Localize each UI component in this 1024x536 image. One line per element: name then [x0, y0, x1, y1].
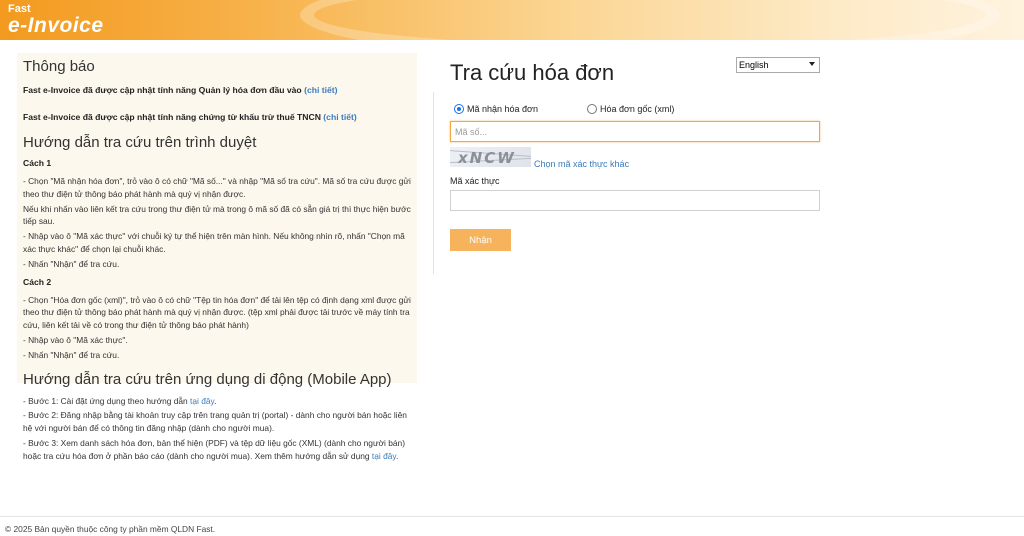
- captcha-image: xNCW: [450, 147, 531, 167]
- mobile-step: - Bước 2: Đăng nhập bằng tài khoản truy …: [23, 410, 407, 434]
- method1-title: Cách 1: [23, 158, 52, 168]
- submit-button[interactable]: Nhận: [450, 229, 511, 251]
- browser-guide-heading: Hướng dẫn tra cứu trên trình duyệt: [23, 134, 257, 151]
- page-title: Tra cứu hóa đơn: [450, 60, 615, 85]
- mobile-step-text: - Bước 3: Xem danh sách hóa đơn, bản thể…: [23, 437, 405, 461]
- refresh-captcha-link[interactable]: Chọn mã xác thực khác: [534, 159, 629, 169]
- radio-original-xml-label: Hóa đơn gốc (xml): [600, 104, 675, 114]
- app-logo[interactable]: Fast e-Invoice: [8, 3, 104, 37]
- footer-divider: [0, 516, 1024, 517]
- method1-line: - Nhấn "Nhận" để tra cứu.: [23, 258, 120, 269]
- guide-content: Thông báo Fast e-Invoice đã được cập nhậ…: [23, 58, 415, 463]
- method1-line: Nếu khi nhấn vào liên kết tra cứu trong …: [23, 203, 411, 227]
- method2-line: - Nhập vào ô "Mã xác thực".: [23, 334, 128, 345]
- captcha-text: xNCW: [458, 149, 516, 167]
- logo-big-text: e-Invoice: [8, 14, 104, 37]
- mobile-step-text: - Bước 1: Cài đặt ứng dụng theo hướng dẫ…: [23, 395, 191, 406]
- notice-item: Fast e-Invoice đã được cập nhật tính năn…: [23, 112, 415, 123]
- captcha-input[interactable]: [450, 190, 820, 211]
- notice-detail-link[interactable]: (chi tiết): [304, 85, 337, 95]
- captcha-label: Mã xác thực: [450, 176, 500, 186]
- mobile-step: - Bước 3: Xem danh sách hóa đơn, bản thể…: [23, 437, 405, 461]
- language-select[interactable]: English: [736, 57, 820, 73]
- header-banner: Fast e-Invoice: [0, 0, 1024, 40]
- user-guide-link[interactable]: tại đây: [372, 451, 396, 461]
- notice-item-text: Fast e-Invoice đã được cập nhật tính năn…: [23, 85, 305, 95]
- notice-item-text: Fast e-Invoice đã được cập nhật tính năn…: [23, 112, 324, 122]
- language-selected: English: [739, 60, 769, 70]
- method1-line: - Nhập vào ô "Mã xác thực" với chuỗi ký …: [23, 231, 405, 254]
- notice-heading: Thông báo: [23, 58, 95, 75]
- radio-checked-icon: [454, 104, 464, 114]
- vertical-divider: [433, 92, 434, 274]
- chevron-down-icon: [809, 62, 815, 66]
- notice-item: Fast e-Invoice đã được cập nhật tính năn…: [23, 85, 415, 96]
- radio-unchecked-icon: [587, 104, 597, 114]
- install-guide-link[interactable]: tại đây: [190, 396, 214, 406]
- method2-line: - Nhấn "Nhận" để tra cứu.: [23, 349, 120, 360]
- radio-invoice-code[interactable]: Mã nhận hóa đơn: [454, 104, 538, 114]
- method2-line: - Chọn "Hóa đơn gốc (xml)", trỏ vào ô có…: [23, 294, 411, 331]
- radio-invoice-code-label: Mã nhận hóa đơn: [467, 104, 538, 114]
- radio-original-xml[interactable]: Hóa đơn gốc (xml): [587, 104, 674, 114]
- notice-detail-link[interactable]: (chi tiết): [323, 112, 356, 122]
- mobile-guide-heading: Hướng dẫn tra cứu trên ứng dụng di động …: [23, 370, 392, 388]
- header-decoration: [300, 0, 1000, 40]
- mobile-step: - Bước 1: Cài đặt ứng dụng theo hướng dẫ…: [23, 395, 217, 406]
- method2-title: Cách 2: [23, 276, 52, 287]
- invoice-code-input[interactable]: Mã số...: [450, 121, 820, 142]
- method1-line: - Chọn "Mã nhận hóa đơn", trỏ vào ô có c…: [23, 176, 411, 199]
- footer-copyright: © 2025 Bản quyền thuộc công ty phần mềm …: [5, 524, 216, 534]
